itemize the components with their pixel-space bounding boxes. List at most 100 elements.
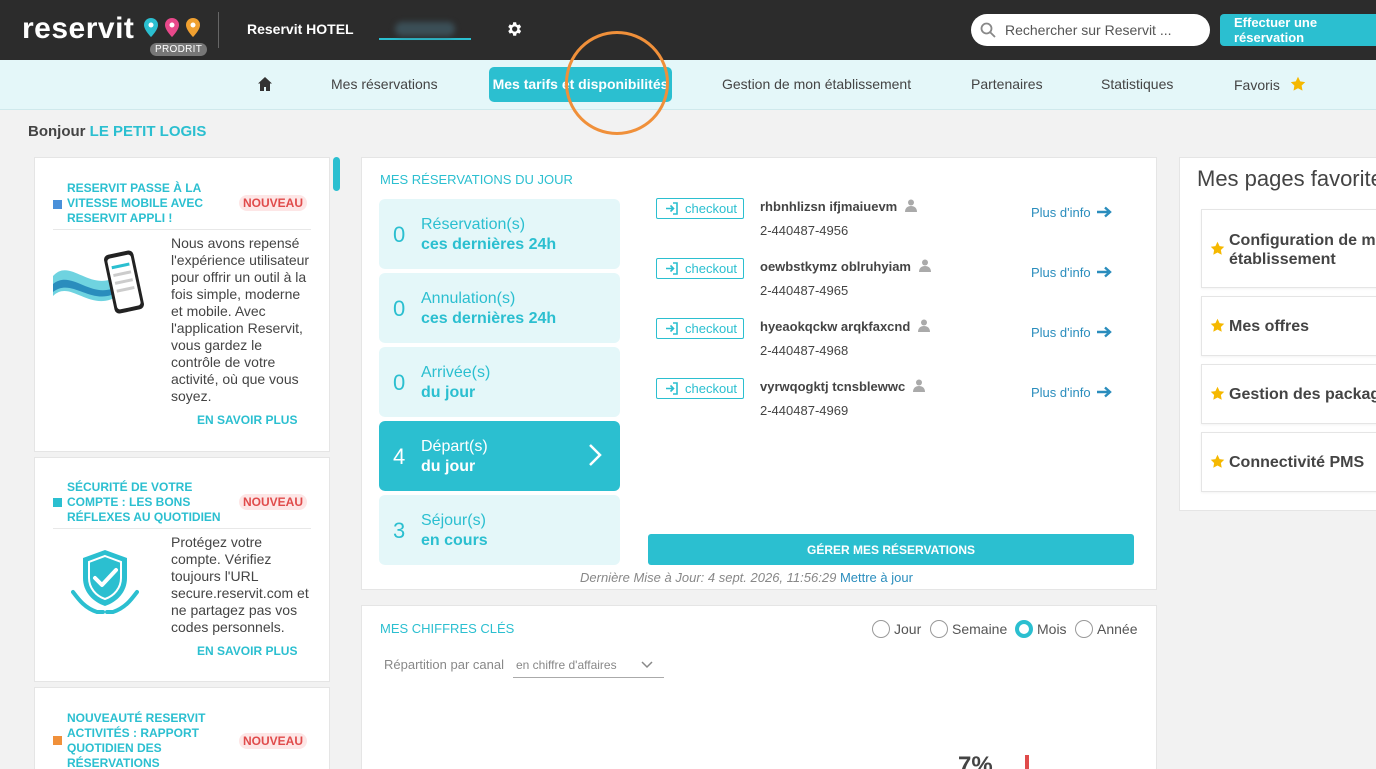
greeting: Bonjour LE PETIT LOGIS [28,123,206,140]
nav-item-favorites[interactable]: Favoris [1234,76,1306,93]
reservation-row: checkout hyeaokqckw arqkfaxcnd 2-440487-… [656,318,1136,368]
radio-button[interactable] [930,620,948,638]
last-update: Dernière Mise à Jour: 4 sept. 2026, 11:5… [580,570,913,585]
news-title[interactable]: SÉCURITÉ DE VOTRE COMPTE : LES BONS RÉFL… [67,480,237,525]
news-card: RESERVIT PASSE À LA VITESSE MOBILE AVEC … [34,157,330,452]
stat-cancellations[interactable]: 0 Annulation(s) ces dernières 24h [379,273,620,343]
guest-name-text: vyrwqogktj tcnsblewwc [760,379,906,394]
checkout-label: checkout [685,261,738,276]
stat-sublabel: du jour [421,384,476,401]
period-option-month[interactable]: Mois [1015,620,1067,638]
reservation-number: 2-440487-4965 [760,283,849,298]
guest-name: hyeaokqckw arqkfaxcnd [760,319,931,334]
read-more-link[interactable]: EN SAVOIR PLUS [197,644,297,658]
guest-name: vyrwqogktj tcnsblewwc [760,379,926,394]
select-value: en chiffre d'affaires [516,658,617,672]
checkout-label: checkout [685,381,738,396]
home-icon[interactable] [257,76,273,92]
more-info-link[interactable]: Plus d'info [1031,205,1113,220]
arrow-right-icon [1096,326,1112,338]
scrollbar-thumb[interactable] [333,157,340,191]
arrow-right-icon [1096,266,1112,278]
make-reservation-button[interactable]: Effectuer une réservation [1220,14,1376,46]
gear-icon[interactable] [505,20,523,38]
chevron-right-icon [589,444,602,466]
checkout-button[interactable]: checkout [656,258,744,279]
mobile-app-illustration [53,250,144,314]
favorite-item-pms[interactable]: Connectivité PMS [1201,432,1376,492]
stat-departures[interactable]: 4 Départ(s) du jour [379,421,620,491]
read-more-link[interactable]: EN SAVOIR PLUS [197,413,297,427]
divider [53,229,311,230]
guest-name: rhbnhlizsn ifjmaiuevm [760,199,918,214]
panel-title: MES RÉSERVATIONS DU JOUR [380,172,573,187]
favorite-item-packages[interactable]: Gestion des packages [1201,364,1376,424]
nav-item-reservations[interactable]: Mes réservations [331,76,438,92]
search-icon [980,22,996,38]
stat-new-reservations[interactable]: 0 Réservation(s) ces dernières 24h [379,199,620,269]
search-box [971,14,1210,46]
more-info-label: Plus d'info [1031,325,1091,340]
radio-label: Semaine [952,621,1008,637]
map-pins-icon [144,18,200,37]
nav-item-partners[interactable]: Partenaires [971,76,1043,92]
hotel-name[interactable]: Reservit HOTEL [247,21,354,37]
radio-button-selected[interactable] [1015,620,1033,638]
more-info-link[interactable]: Plus d'info [1031,385,1113,400]
breakdown-select[interactable]: en chiffre d'affaires [513,655,664,678]
checkout-button[interactable]: checkout [656,378,744,399]
stat-label: Arrivée(s) [421,364,491,381]
news-column: RESERVIT PASSE À LA VITESSE MOBILE AVEC … [34,157,330,769]
news-title[interactable]: RESERVIT PASSE À LA VITESSE MOBILE AVEC … [67,181,237,226]
refresh-link[interactable]: Mettre à jour [840,570,913,585]
hotel-selector[interactable] [379,18,471,40]
reservit-logo[interactable]: reservit [22,12,134,46]
checkout-button[interactable]: checkout [656,198,744,219]
favorite-item-offers[interactable]: Mes offres [1201,296,1376,356]
manage-reservations-button[interactable]: GÉRER MES RÉSERVATIONS [648,534,1134,565]
search-input[interactable] [1005,20,1200,40]
stat-sublabel: ces dernières 24h [421,310,557,327]
favorite-label: Mes offres [1229,318,1310,335]
favorite-label: Gestion des packages [1229,386,1376,403]
reservation-row: checkout vyrwqogktj tcnsblewwc 2-440487-… [656,378,1136,428]
radio-button[interactable] [872,620,890,638]
chart-percent-label: 7% [958,752,993,769]
top-bar: reservit PRODRIT Reservit HOTEL Effectue… [0,0,1376,60]
stat-label: Départ(s) [421,438,488,455]
person-icon [913,379,926,392]
more-info-link[interactable]: Plus d'info [1031,325,1113,340]
stat-count: 0 [393,370,406,395]
nav-item-rates-availability[interactable]: Mes tarifs et disponibilités [489,67,672,102]
guest-name-text: hyeaokqckw arqkfaxcnd [760,319,911,334]
period-option-week[interactable]: Semaine [930,620,1007,638]
favorite-label: Configuration de mon [1229,232,1376,249]
stat-stays[interactable]: 3 Séjour(s) en cours [379,495,620,565]
environment-badge: PRODRIT [150,43,208,56]
nav-item-statistics[interactable]: Statistiques [1101,76,1173,92]
guest-name: oewbstkymz oblruhyiam [760,259,931,274]
news-bullet [53,200,62,209]
radio-label: Mois [1037,621,1067,637]
star-icon [1210,241,1225,255]
new-badge: NOUVEAU [239,494,308,510]
radio-button[interactable] [1075,620,1093,638]
checkout-button[interactable]: checkout [656,318,744,339]
person-icon [905,199,918,212]
stat-arrivals[interactable]: 0 Arrivée(s) du jour [379,347,620,417]
checkout-label: checkout [685,201,738,216]
stat-label: Réservation(s) [421,216,526,233]
period-option-day[interactable]: Jour [872,620,921,638]
news-title[interactable]: NOUVEAUTÉ RESERVIT ACTIVITÉS : RAPPORT Q… [67,711,237,769]
favorite-item-configuration[interactable]: Configuration de mon établissement [1201,209,1376,288]
stat-count: 0 [393,296,406,321]
more-info-label: Plus d'info [1031,385,1091,400]
stat-sublabel: du jour [421,458,476,475]
more-info-link[interactable]: Plus d'info [1031,265,1113,280]
breakdown-label: Répartition par canal [384,657,504,672]
period-option-year[interactable]: Année [1075,620,1137,638]
redacted-content [395,22,455,36]
nav-item-property-management[interactable]: Gestion de mon établissement [722,76,911,92]
person-icon [918,319,931,332]
stat-count: 3 [393,518,406,543]
